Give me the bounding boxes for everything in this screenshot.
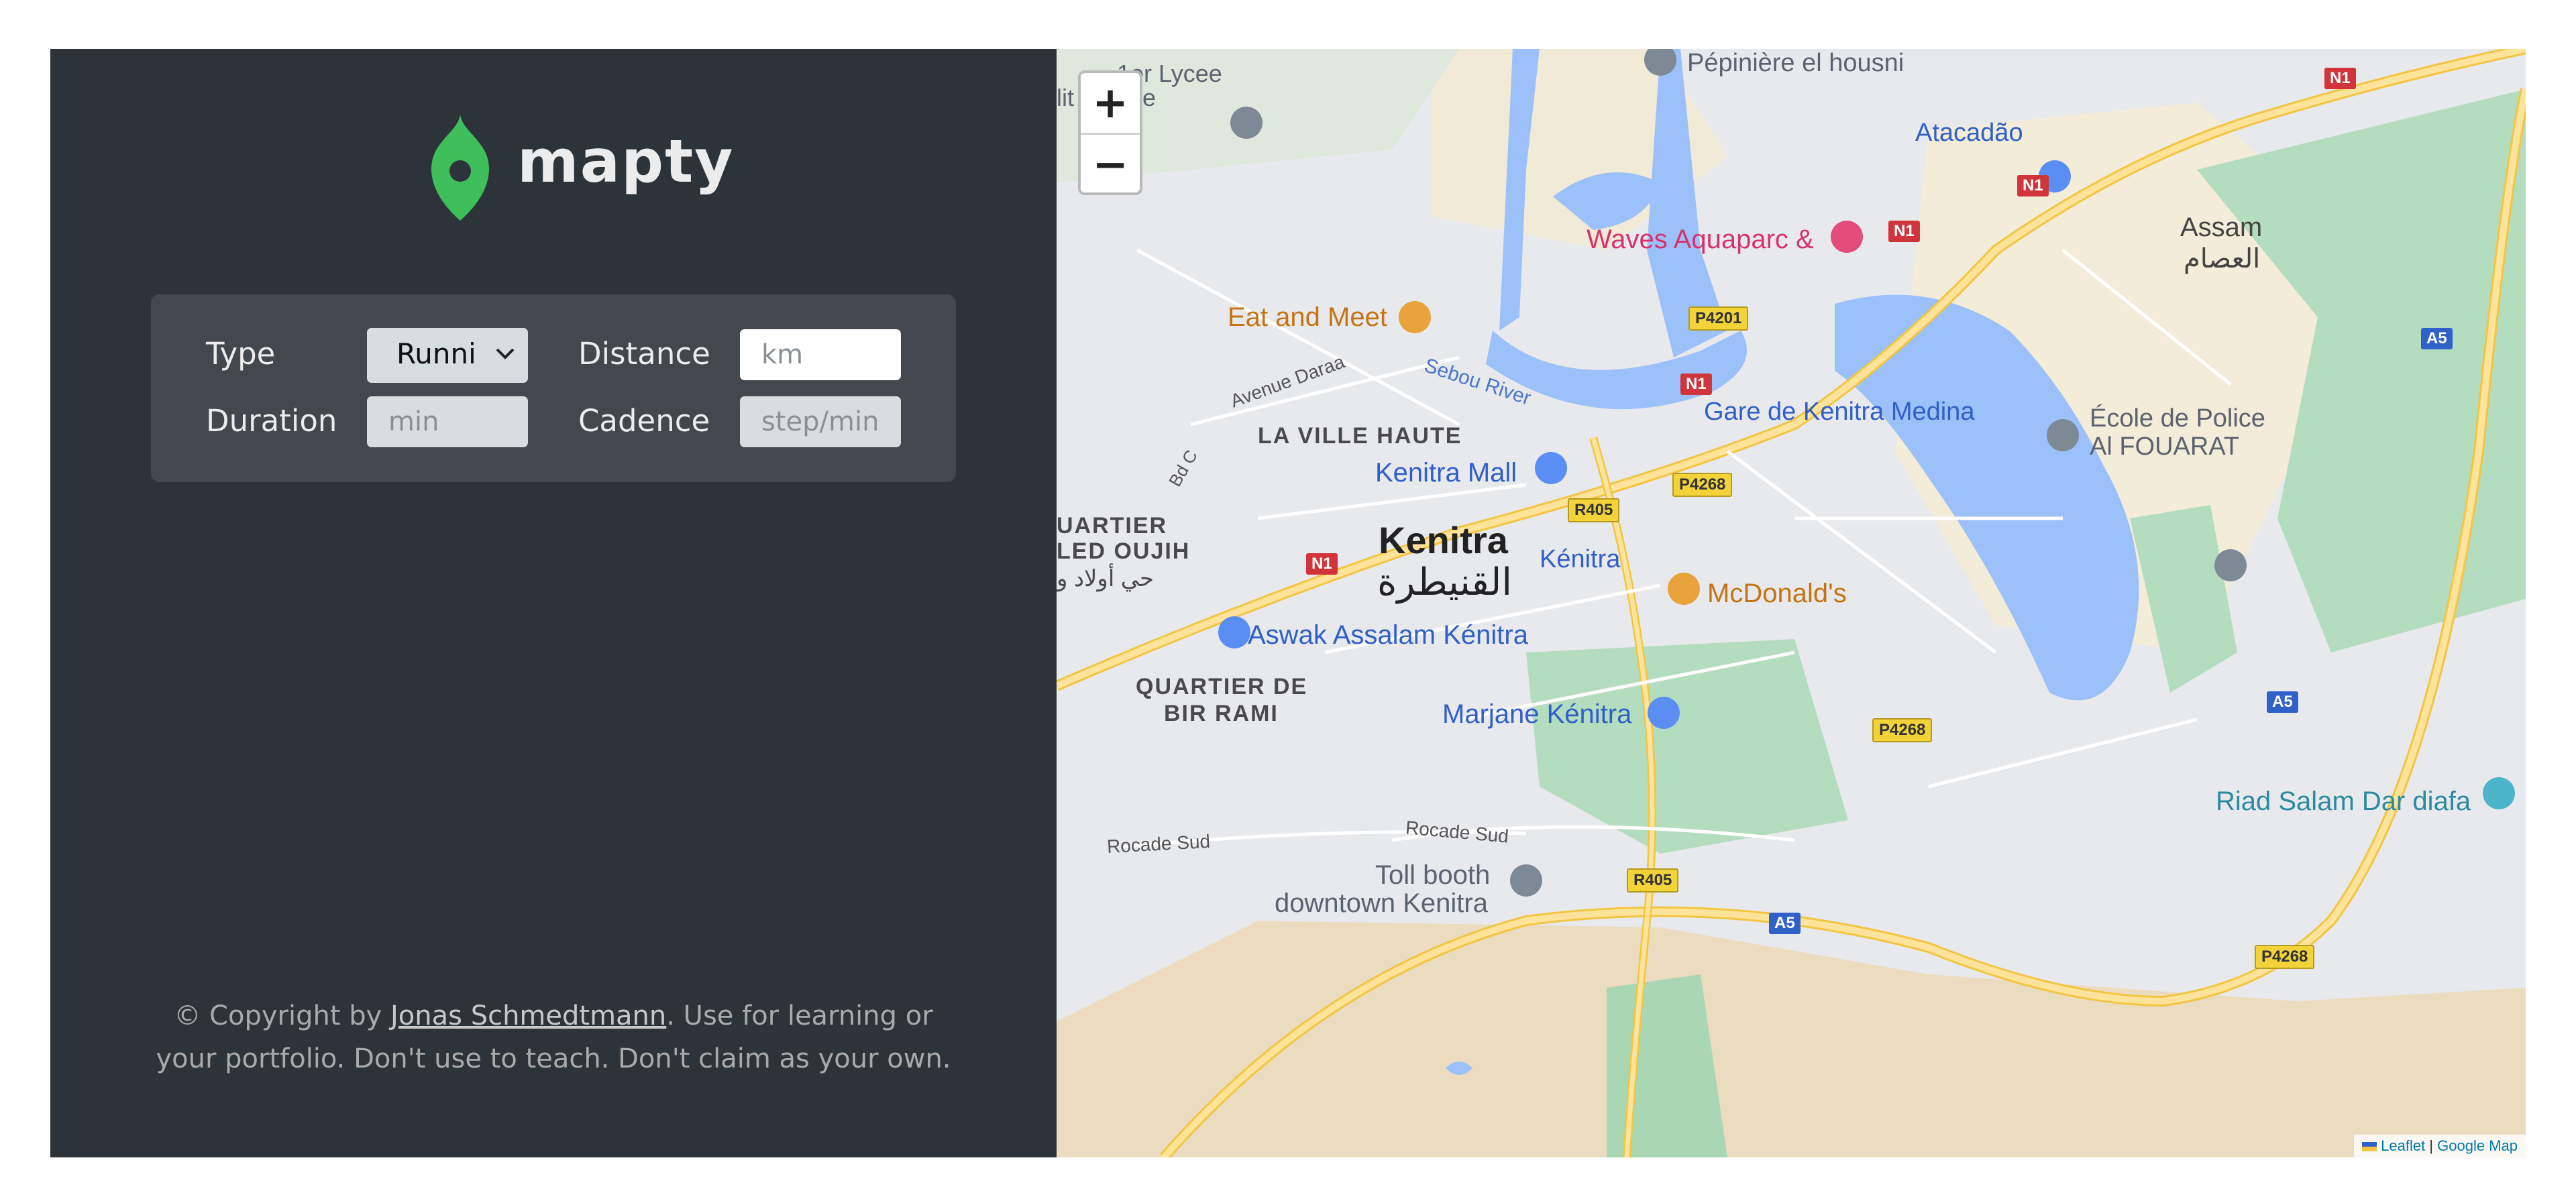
attribution-separator: | [2425,1137,2438,1154]
app-container: mapty Type Runni Distance Duration Caden… [50,49,2526,1157]
author-link[interactable]: Jonas Schmedtmann [390,1000,666,1031]
distance-label: Distance [578,336,710,371]
map-label-eat-meet: Eat and Meet [1228,302,1387,332]
shield-n1: N1 [2017,175,2049,196]
distance-input[interactable] [740,329,901,380]
shield-p4268: P4268 [2255,945,2315,969]
shield-p4268: P4268 [1872,718,1933,742]
map-label-kenitra-mall: Kenitra Mall [1375,458,1517,488]
zoom-control: + − [1078,70,1142,195]
map-label-aswak: Aswak Assalam Kénitra [1248,620,1528,650]
leaflet-flag-icon [2362,1142,2377,1152]
map-label-bir-rami-1: QUARTIER DE [1136,674,1308,699]
map[interactable]: Pépinière el housni 1er Lycee lit Royale… [1057,49,2526,1157]
cadence-input[interactable] [740,396,901,447]
shield-p4268: P4268 [1672,473,1733,497]
shield-a5: A5 [1769,913,1801,934]
map-label-kenitra-station: Kénitra [1540,545,1621,573]
map-label-toll-2: downtown Kenitra [1275,889,1488,918]
map-label-ecole-2: Al FOUARAT [2090,433,2240,461]
map-label-bir-rami-2: BIR RAMI [1164,701,1279,726]
map-label-riad: Riad Salam Dar diafa [2216,787,2471,816]
zoom-out-button[interactable]: − [1081,133,1140,194]
map-label-kenitra-ar: القنيطرة [1377,561,1512,603]
map-label-pepiniere: Pépinière el housni [1687,49,1904,77]
type-select[interactable]: Runni [367,328,528,383]
shield-a5: A5 [2267,691,2298,713]
map-label-mcdonalds: McDonald's [1707,579,1847,608]
map-label-kenitra: Kenitra [1379,519,1508,561]
cadence-label: Cadence [578,403,710,439]
shield-p4201: P4201 [1688,306,1749,331]
map-label-oujih-ar: حي أولاد و [1057,566,1155,591]
type-label: Type [206,336,276,371]
type-select-value: Runni [396,337,476,370]
map-pin-logo-icon [431,115,489,221]
copyright-prefix: © Copyright by [174,1000,390,1031]
shield-n1: N1 [1888,221,1920,242]
workout-form: Type Runni Distance Duration Cadence [151,294,956,482]
map-label-quartier: UARTIER [1057,513,1168,538]
map-label-assam-ar: العصام [2184,244,2261,274]
map-label-marjane: Marjane Kénitra [1442,699,1632,729]
map-label-gare: Gare de Kenitra Medina [1704,398,1975,426]
shield-n1: N1 [1306,553,1338,575]
map-label-toll-1: Toll booth [1375,860,1491,890]
google-map-link[interactable]: Google Map [2437,1137,2518,1154]
sidebar: mapty Type Runni Distance Duration Caden… [50,49,1057,1157]
zoom-in-button[interactable]: + [1081,73,1140,133]
logo: mapty [423,109,733,230]
map-label-ecole-1: École de Police [2090,404,2265,433]
shield-r405: R405 [1627,868,1679,893]
chevron-down-icon [496,348,515,359]
shield-a5: A5 [2421,328,2453,349]
shield-n1: N1 [1680,374,1712,395]
map-label-ville-haute: LA VILLE HAUTE [1258,423,1462,449]
leaflet-link[interactable]: Leaflet [2381,1137,2425,1154]
duration-input[interactable] [367,396,528,447]
map-label-atacadao: Atacadão [1915,119,2023,147]
duration-label: Duration [206,403,337,439]
copyright-footer: © Copyright by Jonas Schmedtmann. Use fo… [151,994,956,1080]
map-attribution: Leaflet | Google Map [2354,1135,2526,1157]
map-label-waves: Waves Aquaparc & [1587,225,1814,254]
brand-name: mapty [517,127,735,196]
map-label-assam: Assam [2180,213,2263,242]
shield-r405: R405 [1568,498,1620,522]
map-label-oujih: LED OUJIH [1057,538,1191,564]
shield-n1: N1 [2324,68,2356,89]
